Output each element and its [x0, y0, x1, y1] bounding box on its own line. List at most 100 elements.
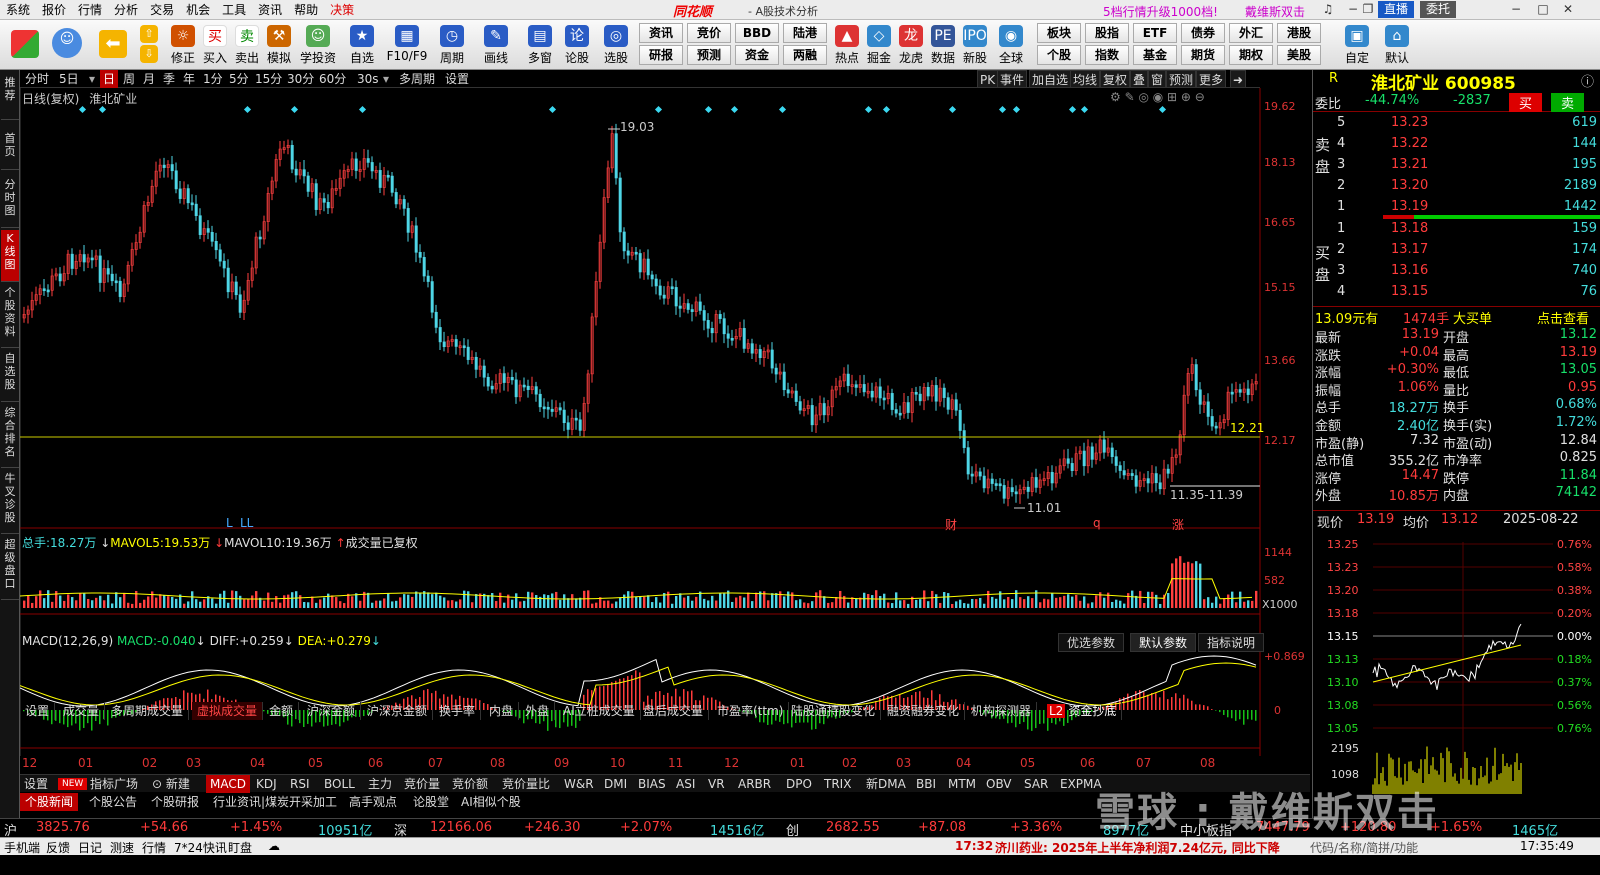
- search-input[interactable]: 代码/名称/简拼/功能: [1310, 839, 1418, 856]
- dragon-tiger-button[interactable]: 龙龙虎: [894, 22, 928, 68]
- hk-stocks-button[interactable]: 港股: [1277, 23, 1321, 43]
- menu-tools[interactable]: 工具: [216, 0, 252, 20]
- vol-tab-bottom-fishing[interactable]: L2 资金抄底: [1042, 702, 1123, 720]
- menu-quote[interactable]: 报价: [36, 0, 72, 20]
- ask-row[interactable]: 5 13.23 619: [1313, 114, 1600, 134]
- quick-sell-button[interactable]: 卖: [1551, 93, 1585, 112]
- customize-button[interactable]: ▣ 自定: [1340, 22, 1374, 68]
- live-button[interactable]: 直播: [1378, 1, 1415, 18]
- period-settings[interactable]: 设置: [442, 70, 472, 88]
- bond-button[interactable]: 债券: [1181, 23, 1225, 43]
- period-60min[interactable]: 60分: [316, 70, 349, 88]
- sidebar-item-timeshare[interactable]: 分时图: [1, 176, 19, 228]
- period-15min[interactable]: 15分: [252, 70, 285, 88]
- margin-button[interactable]: 两融: [783, 45, 827, 65]
- up-down-icon[interactable]: ⇧ ⇩: [134, 22, 164, 68]
- sidebar-item-kline[interactable]: K线图: [1, 230, 19, 282]
- vol-tab-margin[interactable]: 融资融券变化: [882, 702, 966, 720]
- news-tab-experts[interactable]: 高手观点: [344, 793, 402, 811]
- index-button[interactable]: 指数: [1085, 45, 1129, 65]
- windows-icon[interactable]: [8, 22, 42, 68]
- overlay-button[interactable]: 叠: [1130, 70, 1149, 88]
- ind-tab-dpo[interactable]: DPO: [782, 775, 816, 793]
- ind-tab-macd[interactable]: MACD: [206, 775, 250, 793]
- period-5min[interactable]: 5分: [226, 70, 252, 88]
- sidebar-item-recommend[interactable]: 推荐: [1, 74, 19, 120]
- vol-tab-institution[interactable]: 机构探测器: [966, 702, 1038, 720]
- ind-tab-rsi[interactable]: RSI: [286, 775, 314, 793]
- marker-finance[interactable]: 财: [945, 516, 957, 533]
- menu-decision[interactable]: 决策: [324, 0, 360, 20]
- vol-tab-shsz-amount[interactable]: 沪深金额: [302, 702, 362, 720]
- menu-trade[interactable]: 交易: [144, 0, 180, 20]
- bid-row[interactable]: 1 13.18 159: [1313, 220, 1600, 240]
- period-multi[interactable]: 多周期: [396, 70, 438, 88]
- f10-button[interactable]: ▦ F10/F9: [384, 22, 430, 68]
- expand-arrow-icon[interactable]: ➜: [1230, 70, 1247, 88]
- status-flash-news[interactable]: 7*24快讯: [174, 839, 227, 856]
- fund-button[interactable]: 基金: [1133, 45, 1177, 65]
- quick-buy-button[interactable]: 买: [1509, 93, 1543, 112]
- menu-opportunity[interactable]: 机会: [180, 0, 216, 20]
- period-1min[interactable]: 1分: [200, 70, 226, 88]
- ind-tab-dmi[interactable]: DMI: [600, 775, 631, 793]
- forecast-button[interactable]: 预测: [687, 45, 731, 65]
- ind-tab-auction-ratio[interactable]: 竞价量比: [498, 775, 554, 793]
- data-button[interactable]: PE 数据: [926, 22, 960, 68]
- menu-news[interactable]: 资讯: [252, 0, 288, 20]
- sidebar-item-diagnose[interactable]: 牛叉诊股: [1, 470, 19, 534]
- news-ticker[interactable]: 济川药业: 2025年上半年净利润7.24亿元, 同比下降: [995, 839, 1280, 856]
- ask-row[interactable]: 4 13.22 144: [1313, 135, 1600, 155]
- vol-tab-multi-volume[interactable]: 多周期成交量: [106, 702, 190, 720]
- revise-button[interactable]: ☼ 修正: [166, 22, 200, 68]
- menu-system[interactable]: 系统: [0, 0, 36, 20]
- vol-tab-ai[interactable]: AI立桩成交量: [558, 702, 641, 720]
- chart-tools-icons[interactable]: ⚙ ✎ ◎ ◉ ⊞ ⊕ ⊖: [1110, 90, 1205, 104]
- promo-link-2[interactable]: 戴维斯双击: [1245, 3, 1305, 20]
- sidebar-item-watchlist[interactable]: 自选股: [1, 350, 19, 402]
- vol-tab-settings[interactable]: 设置: [20, 702, 56, 720]
- default-params-button[interactable]: 默认参数: [1130, 633, 1197, 652]
- period-quarter[interactable]: 季: [160, 70, 178, 88]
- status-mobile[interactable]: 手机端: [4, 839, 40, 856]
- kline-chart-area[interactable]: 日线(复权) 淮北矿业 ⚙ ✎ ◎ ◉ ⊞ ⊕ ⊖ 19.62 18.13 16…: [20, 88, 1310, 770]
- stock-picker-button[interactable]: ◎ 选股: [596, 22, 636, 68]
- ind-tab-main-force[interactable]: 主力: [364, 775, 396, 793]
- ipo-button[interactable]: IPO 新股: [958, 22, 992, 68]
- bid-row[interactable]: 2 13.17 174: [1313, 241, 1600, 261]
- maximize-icon[interactable]: □: [1535, 2, 1551, 17]
- ind-tab-arbr[interactable]: ARBR: [734, 775, 775, 793]
- predict-button[interactable]: 预测: [1166, 70, 1197, 88]
- menu-market[interactable]: 行情: [72, 0, 108, 20]
- us-stocks-button[interactable]: 美股: [1277, 45, 1321, 65]
- optimal-params-button[interactable]: 优选参数: [1058, 633, 1125, 652]
- sh-value[interactable]: 3825.76: [36, 820, 90, 835]
- news-tab-forum[interactable]: 论股堂: [408, 793, 454, 811]
- mining-button[interactable]: ◇ 掘金: [862, 22, 896, 68]
- hk-connect-button[interactable]: 陆港: [783, 23, 827, 43]
- chat-icon[interactable]: ☁: [268, 839, 280, 853]
- cy-value[interactable]: 2682.55: [826, 820, 880, 835]
- etf-button[interactable]: ETF: [1133, 23, 1177, 43]
- sz-value[interactable]: 12166.06: [430, 820, 492, 835]
- period-30min[interactable]: 30分: [284, 70, 317, 88]
- ind-tab-auction-amt[interactable]: 竞价额: [448, 775, 492, 793]
- auction-button[interactable]: 竞价: [687, 23, 731, 43]
- ind-tab-bias[interactable]: BIAS: [634, 775, 670, 793]
- learn-invest-button[interactable]: ☺ 学投资: [298, 22, 338, 68]
- event-button[interactable]: 事件: [997, 70, 1028, 88]
- news-tab-industry[interactable]: 行业资讯|煤炭开采加工: [208, 793, 342, 811]
- hotspot-button[interactable]: ▲ 热点: [830, 22, 864, 68]
- ask-row[interactable]: 3 13.21 195: [1313, 156, 1600, 176]
- ind-tab-newdma[interactable]: 新DMA: [862, 775, 910, 793]
- futures-button[interactable]: 期货: [1181, 45, 1225, 65]
- marker-q[interactable]: q: [1093, 516, 1101, 530]
- vol-tab-turnover[interactable]: 换手率: [434, 702, 482, 720]
- period-year[interactable]: 年: [180, 70, 198, 88]
- vol-tab-amount[interactable]: 金额: [264, 702, 300, 720]
- forum-button[interactable]: 论论股: [560, 22, 594, 68]
- forex-button[interactable]: 外汇: [1229, 23, 1273, 43]
- minimize-small-icon[interactable]: −: [1345, 2, 1361, 17]
- vol-tab-inner[interactable]: 内盘: [484, 702, 520, 720]
- ind-tab-auction-vol[interactable]: 竞价量: [400, 775, 444, 793]
